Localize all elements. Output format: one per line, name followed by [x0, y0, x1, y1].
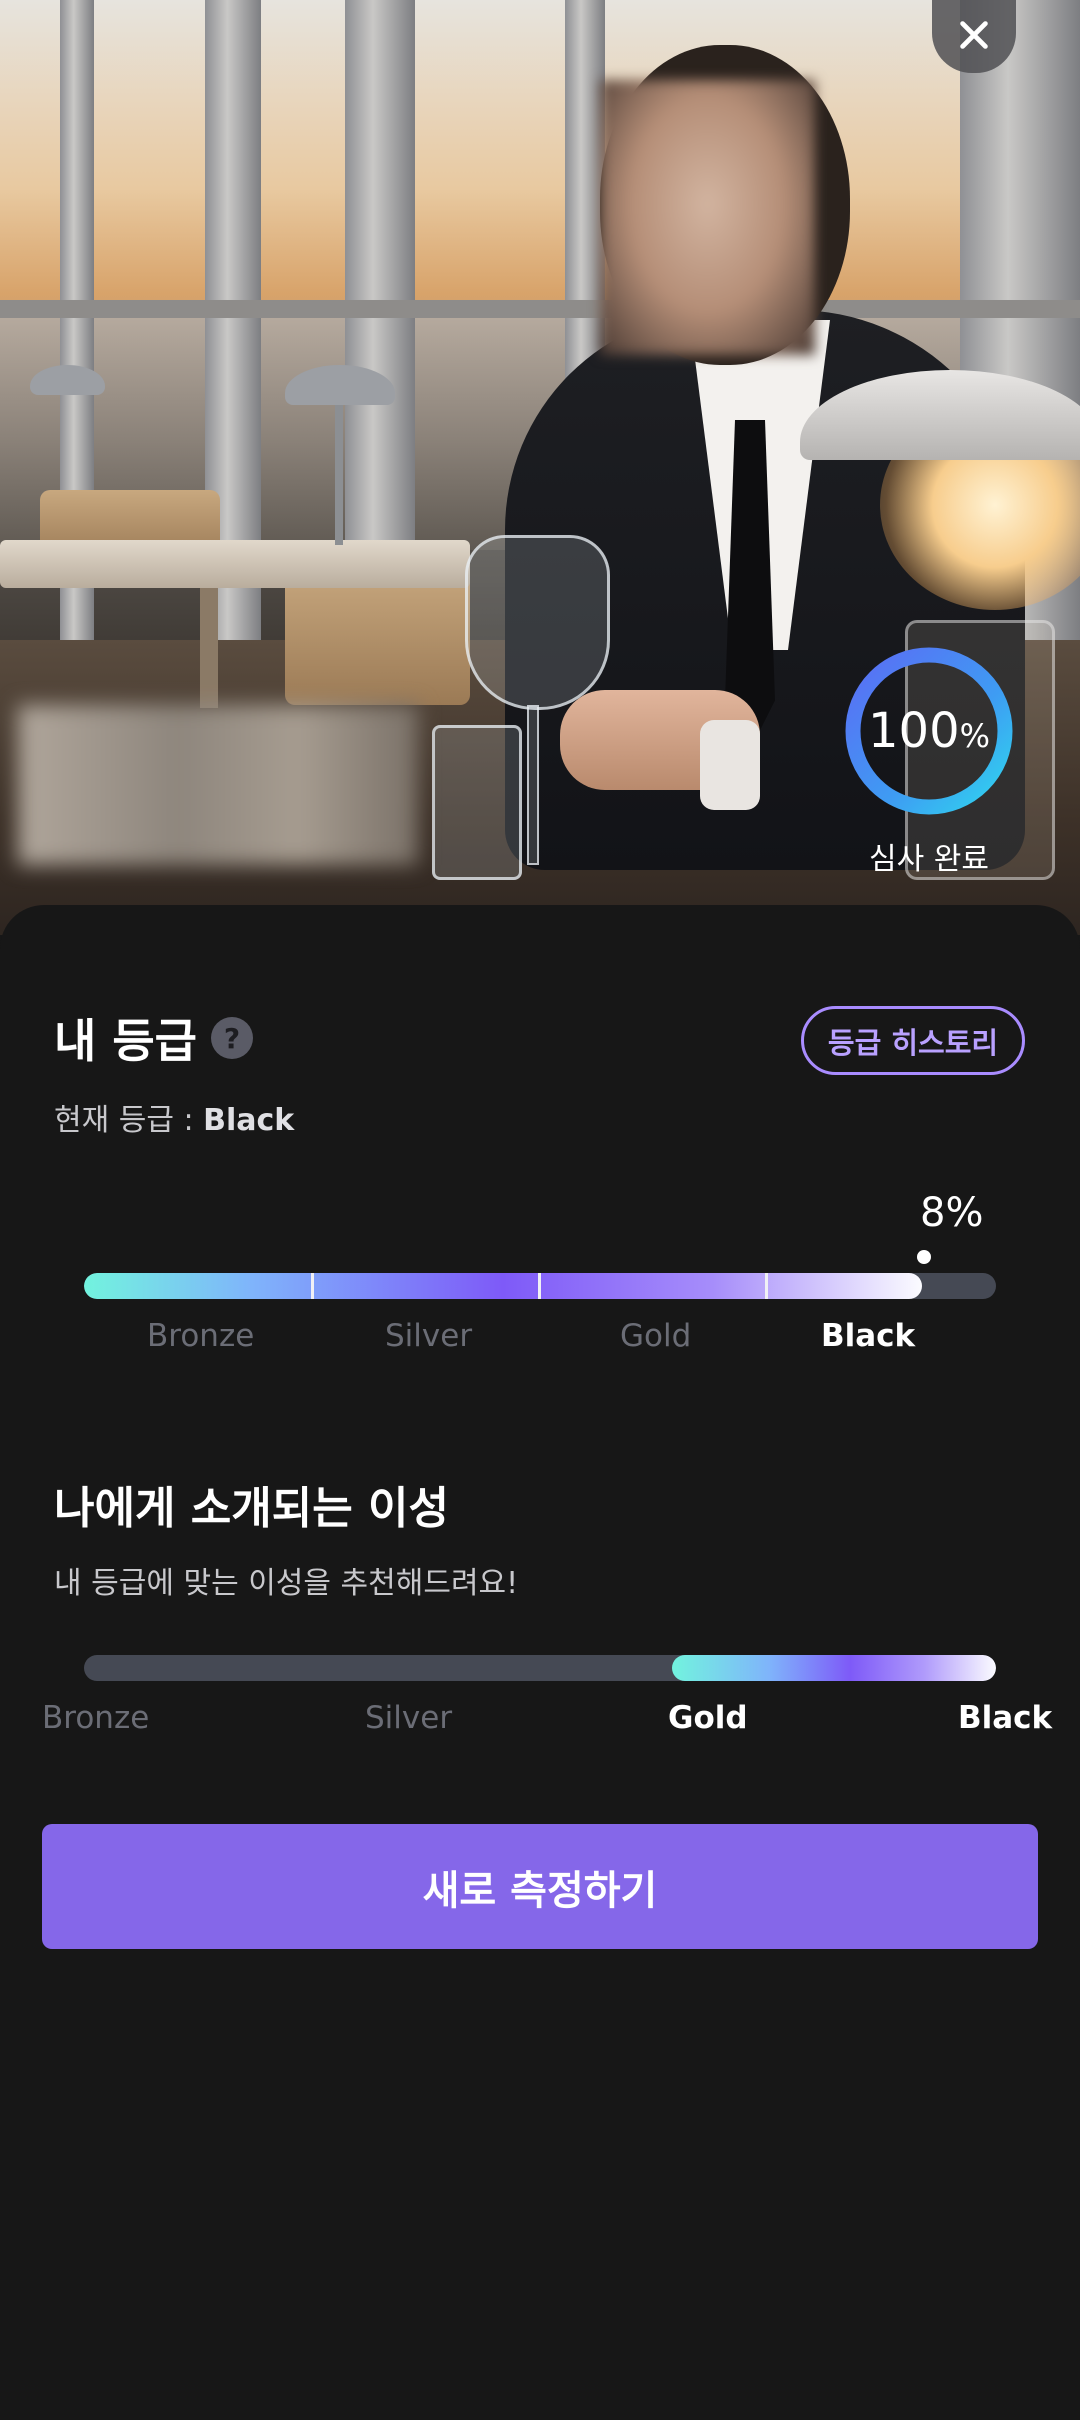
- grade-history-button[interactable]: 등급 히스토리: [801, 1006, 1025, 1075]
- review-progress-value: 100%: [843, 645, 1015, 817]
- match-title: 나에게 소개되는 이성: [54, 1483, 449, 1534]
- grade-tier-black: Black: [821, 1318, 916, 1354]
- match-range-fill: [672, 1655, 996, 1681]
- match-tier-gold: Gold: [668, 1700, 748, 1736]
- match-tier-bronze: Bronze: [42, 1700, 150, 1736]
- match-tier-silver: Silver: [365, 1700, 453, 1736]
- person-cuff: [700, 720, 760, 810]
- review-status-label: 심사 완료: [869, 842, 989, 877]
- table-leg: [200, 588, 218, 708]
- wine-glass-stem: [527, 705, 539, 865]
- close-button[interactable]: [932, 0, 1016, 73]
- grade-progress-fill: [84, 1273, 922, 1299]
- blurred-face: [600, 80, 815, 355]
- floor-lamp-stem: [335, 405, 343, 545]
- cafe-table: [0, 540, 470, 588]
- tier-divider: [538, 1273, 541, 1299]
- grade-percent: 8%: [920, 1190, 984, 1236]
- grade-tier-silver: Silver: [385, 1318, 473, 1354]
- tier-divider: [311, 1273, 314, 1299]
- current-grade-label: 현재 등급 :: [54, 1103, 204, 1138]
- match-subtitle: 내 등급에 맞는 이성을 추천해드려요!: [54, 1566, 519, 1601]
- grade-tier-bronze: Bronze: [147, 1318, 255, 1354]
- current-grade: 현재 등급 : Black: [54, 1095, 294, 1139]
- progress-unit: %: [959, 717, 991, 755]
- help-icon[interactable]: ?: [210, 1017, 253, 1059]
- wine-glass: [465, 535, 610, 710]
- tier-divider: [765, 1273, 768, 1299]
- grade-title: 내 등급: [54, 1014, 197, 1068]
- close-icon: [960, 21, 988, 49]
- grade-position-marker: [917, 1250, 931, 1264]
- match-tier-black: Black: [958, 1700, 1053, 1736]
- grade-header: 내 등급 ?: [54, 1005, 253, 1071]
- remeasure-button[interactable]: 새로 측정하기: [42, 1824, 1038, 1949]
- current-grade-value: Black: [203, 1103, 295, 1138]
- progress-number: 100: [867, 703, 960, 759]
- water-glass: [432, 725, 522, 880]
- match-range-bar: [84, 1655, 996, 1681]
- grade-tier-gold: Gold: [620, 1318, 692, 1354]
- window-rail: [0, 300, 1080, 318]
- blurred-region: [18, 705, 418, 865]
- grade-progress-bar: [84, 1273, 996, 1299]
